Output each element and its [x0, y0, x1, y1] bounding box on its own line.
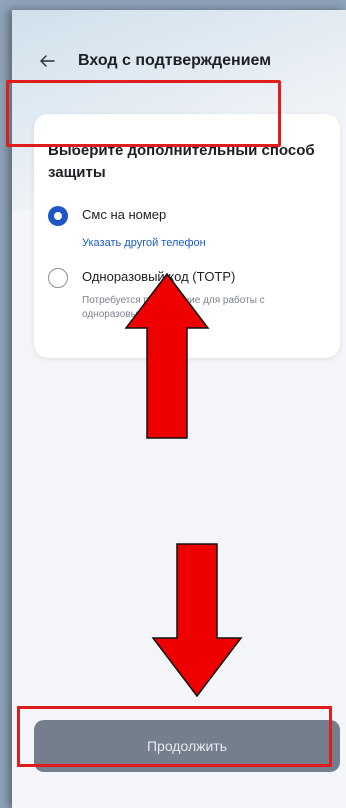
option-sms[interactable]: Смс на номер Указать другой телефон [48, 206, 330, 266]
sms-option-highlight [6, 80, 281, 147]
page-title: Вход с подтверждением [78, 52, 272, 69]
radio-totp[interactable] [48, 268, 68, 288]
arrow-up-icon [124, 272, 210, 439]
radio-sms-selected[interactable] [48, 206, 68, 226]
arrow-left-icon[interactable] [38, 52, 56, 70]
continue-button-highlight [17, 706, 332, 767]
arrow-down-icon [151, 543, 243, 698]
option-sms-label: Смс на номер [82, 207, 167, 222]
change-phone-link[interactable]: Указать другой телефон [82, 237, 206, 249]
